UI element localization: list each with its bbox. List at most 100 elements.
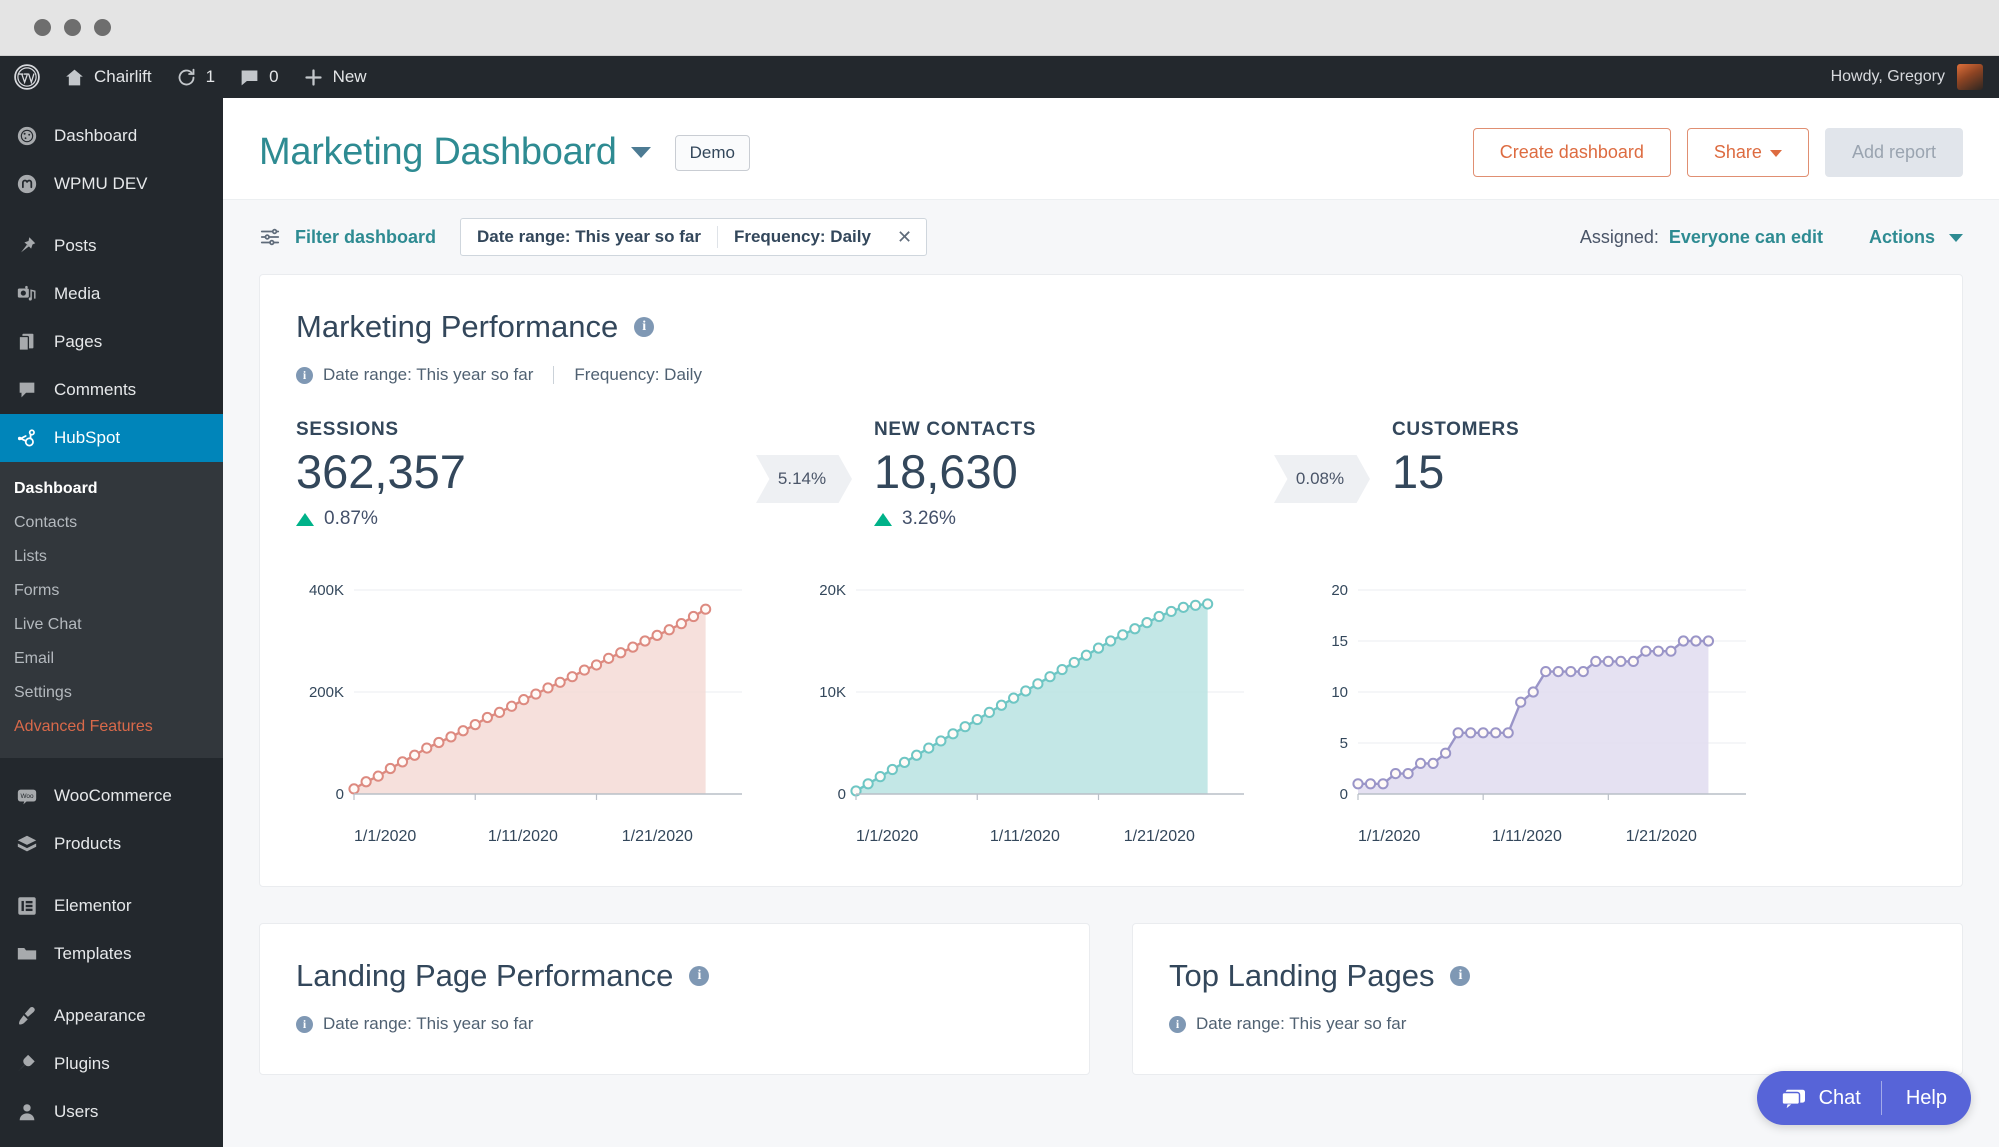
kpi-value: 362,357 bbox=[296, 447, 756, 496]
submenu-item-settings[interactable]: Settings bbox=[0, 676, 223, 710]
sidebar-item-media[interactable]: Media bbox=[0, 270, 223, 318]
x-tick-label: 1/11/2020 bbox=[990, 828, 1124, 846]
chart-data-point bbox=[1058, 665, 1067, 674]
chart-data-point bbox=[677, 619, 686, 628]
x-tick-label: 1/21/2020 bbox=[1124, 828, 1258, 846]
sidebar-item-appearance[interactable]: Appearance bbox=[0, 992, 223, 1040]
sidebar-item-templates[interactable]: Templates bbox=[0, 930, 223, 978]
info-icon[interactable]: i bbox=[1450, 966, 1470, 986]
main-content: Marketing Dashboard Demo Create dashboar… bbox=[223, 56, 1999, 1147]
x-axis-labels: 1/1/2020 1/11/2020 1/21/2020 bbox=[1300, 828, 1760, 846]
sidebar-item-dashboard[interactable]: Dashboard bbox=[0, 112, 223, 160]
chart-data-point bbox=[507, 702, 516, 711]
chart-data-point bbox=[446, 733, 455, 742]
kpi-delta-value: 3.26% bbox=[902, 508, 956, 530]
chat-widget[interactable]: Chat Help bbox=[1757, 1071, 1971, 1125]
chart-data-point bbox=[1167, 607, 1176, 616]
chart-customers: 05101520 1/1/2020 1/11/2020 1/21/2020 bbox=[1300, 572, 1760, 846]
hubspot-icon bbox=[14, 425, 40, 451]
y-tick-label: 15 bbox=[1331, 633, 1348, 650]
submenu-item-contacts[interactable]: Contacts bbox=[0, 506, 223, 540]
howdy-label: Howdy, Gregory bbox=[1831, 68, 1945, 86]
sidebar-item-label: Elementor bbox=[54, 896, 131, 916]
info-icon[interactable]: i bbox=[634, 317, 654, 337]
submenu-item-dashboard[interactable]: Dashboard bbox=[0, 472, 223, 506]
media-icon bbox=[14, 281, 40, 307]
submenu-item-email[interactable]: Email bbox=[0, 642, 223, 676]
chart-data-point bbox=[1391, 769, 1400, 778]
chat-button[interactable]: Chat bbox=[1757, 1087, 1881, 1110]
new-content-menu[interactable]: New bbox=[291, 56, 379, 98]
chart-data-point bbox=[422, 744, 431, 753]
help-button[interactable]: Help bbox=[1882, 1087, 1971, 1110]
chart-data-point bbox=[495, 708, 504, 717]
submenu-item-advanced-features[interactable]: Advanced Features bbox=[0, 710, 223, 744]
sidebar-item-label: Dashboard bbox=[54, 126, 137, 146]
sidebar-item-users[interactable]: Users bbox=[0, 1088, 223, 1136]
updates-menu[interactable]: 1 bbox=[164, 56, 227, 98]
create-dashboard-button[interactable]: Create dashboard bbox=[1473, 128, 1671, 177]
assigned-value-link[interactable]: Everyone can edit bbox=[1669, 227, 1823, 248]
sidebar-item-products[interactable]: Products bbox=[0, 820, 223, 868]
submenu-item-live-chat[interactable]: Live Chat bbox=[0, 608, 223, 642]
add-report-button[interactable]: Add report bbox=[1825, 128, 1963, 177]
actions-menu[interactable]: Actions bbox=[1869, 227, 1963, 248]
chart-data-point bbox=[580, 666, 589, 675]
my-account-menu[interactable]: Howdy, Gregory bbox=[1831, 64, 1999, 90]
chart-data-point bbox=[1203, 600, 1212, 609]
svg-text:Woo: Woo bbox=[20, 793, 33, 800]
chart-data-point bbox=[1366, 780, 1375, 789]
window-close-dot[interactable] bbox=[34, 19, 51, 36]
chart-data-point bbox=[483, 713, 492, 722]
chart-data-point bbox=[1179, 603, 1188, 612]
chevron-down-icon bbox=[1770, 150, 1782, 157]
active-filters-chip[interactable]: Date range: This year so far Frequency: … bbox=[460, 218, 927, 256]
wordpress-logo-menu[interactable] bbox=[0, 56, 52, 98]
filter-chip-date-range[interactable]: Date range: This year so far bbox=[461, 227, 717, 247]
sliders-icon[interactable] bbox=[259, 226, 281, 248]
share-button[interactable]: Share bbox=[1687, 128, 1809, 177]
filter-chip-frequency[interactable]: Frequency: Daily bbox=[718, 227, 887, 247]
sidebar-item-plugins[interactable]: Plugins bbox=[0, 1040, 223, 1088]
sidebar-item-label: Templates bbox=[54, 944, 131, 964]
chart-data-point bbox=[568, 672, 577, 681]
chart-data-point bbox=[434, 738, 443, 747]
chart-data-point bbox=[1604, 657, 1613, 666]
chart-data-point bbox=[936, 737, 945, 746]
sidebar-item-comments[interactable]: Comments bbox=[0, 366, 223, 414]
pin-icon bbox=[14, 233, 40, 259]
close-icon[interactable]: ✕ bbox=[887, 227, 926, 248]
submenu-item-forms[interactable]: Forms bbox=[0, 574, 223, 608]
sidebar-item-posts[interactable]: Posts bbox=[0, 222, 223, 270]
kpi-label: CUSTOMERS bbox=[1392, 419, 1792, 441]
chevron-down-icon[interactable] bbox=[631, 147, 651, 158]
sidebar-item-pages[interactable]: Pages bbox=[0, 318, 223, 366]
submenu-item-lists[interactable]: Lists bbox=[0, 540, 223, 574]
chart-data-point bbox=[640, 637, 649, 646]
share-label: Share bbox=[1714, 142, 1762, 162]
chart-data-point bbox=[1629, 657, 1638, 666]
comment-icon bbox=[239, 67, 260, 88]
updates-count: 1 bbox=[206, 67, 215, 87]
site-name-menu[interactable]: Chairlift bbox=[52, 56, 164, 98]
sidebar-item-woocommerce[interactable]: Woo WooCommerce bbox=[0, 772, 223, 820]
sidebar-item-hubspot[interactable]: HubSpot bbox=[0, 414, 223, 462]
filter-bar: Filter dashboard Date range: This year s… bbox=[223, 200, 1999, 274]
window-maximize-dot[interactable] bbox=[94, 19, 111, 36]
card-meta: i Date range: This year so far bbox=[1169, 1014, 1926, 1034]
window-minimize-dot[interactable] bbox=[64, 19, 81, 36]
filter-dashboard-link[interactable]: Filter dashboard bbox=[295, 227, 436, 248]
home-icon bbox=[64, 67, 85, 88]
card-meta-date-range: Date range: This year so far bbox=[1196, 1014, 1406, 1034]
chart-data-point bbox=[948, 730, 957, 739]
chart-data-point bbox=[1155, 612, 1164, 621]
demo-badge: Demo bbox=[675, 135, 750, 171]
card-meta-frequency: Frequency: Daily bbox=[574, 365, 702, 385]
sidebar-item-wpmu-dev[interactable]: WPMU DEV bbox=[0, 160, 223, 208]
chart-data-point bbox=[961, 722, 970, 731]
comments-menu[interactable]: 0 bbox=[227, 56, 290, 98]
sidebar-item-elementor[interactable]: Elementor bbox=[0, 882, 223, 930]
info-icon[interactable]: i bbox=[689, 966, 709, 986]
x-axis-labels: 1/1/2020 1/11/2020 1/21/2020 bbox=[296, 828, 756, 846]
sidebar-item-label: Plugins bbox=[54, 1054, 110, 1074]
